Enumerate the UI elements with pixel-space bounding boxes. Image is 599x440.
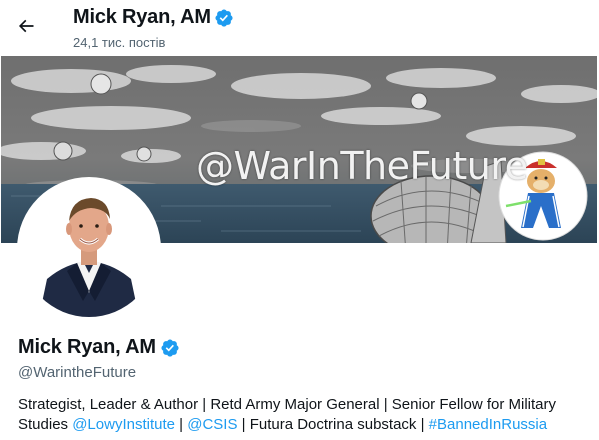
banner-handle-text: @WarInTheFuture [196,144,528,188]
profile-name-text: Mick Ryan, AM [18,336,156,358]
header-title: Mick Ryan, AM [73,6,234,29]
avatar-photo [21,181,157,317]
mention-link-lowy[interactable]: @LowyInstitute [72,416,175,433]
profile-name: Mick Ryan, AM [18,336,180,359]
profile-handle: @WarintheFuture [18,364,137,381]
profile-avatar[interactable] [17,177,161,321]
avatar-image [21,181,157,317]
arrow-left-icon [18,19,34,33]
back-button[interactable] [8,8,44,44]
verified-badge-icon[interactable] [160,338,180,358]
profile-bio: Strategist, Leader & Author | Retd Army … [18,395,583,435]
bio-text: | Futura Doctrina substack | [237,416,429,433]
verified-badge-icon[interactable] [214,8,234,28]
mention-link-csis[interactable]: @CSIS [187,416,237,433]
posts-count: 24,1 тис. постів [73,35,166,50]
bio-separator: | [174,416,188,433]
hashtag-link[interactable]: #BannedInRussia [429,416,547,433]
top-header: Mick Ryan, AM 24,1 тис. постів [0,0,599,56]
header-name-text: Mick Ryan, AM [73,6,211,28]
